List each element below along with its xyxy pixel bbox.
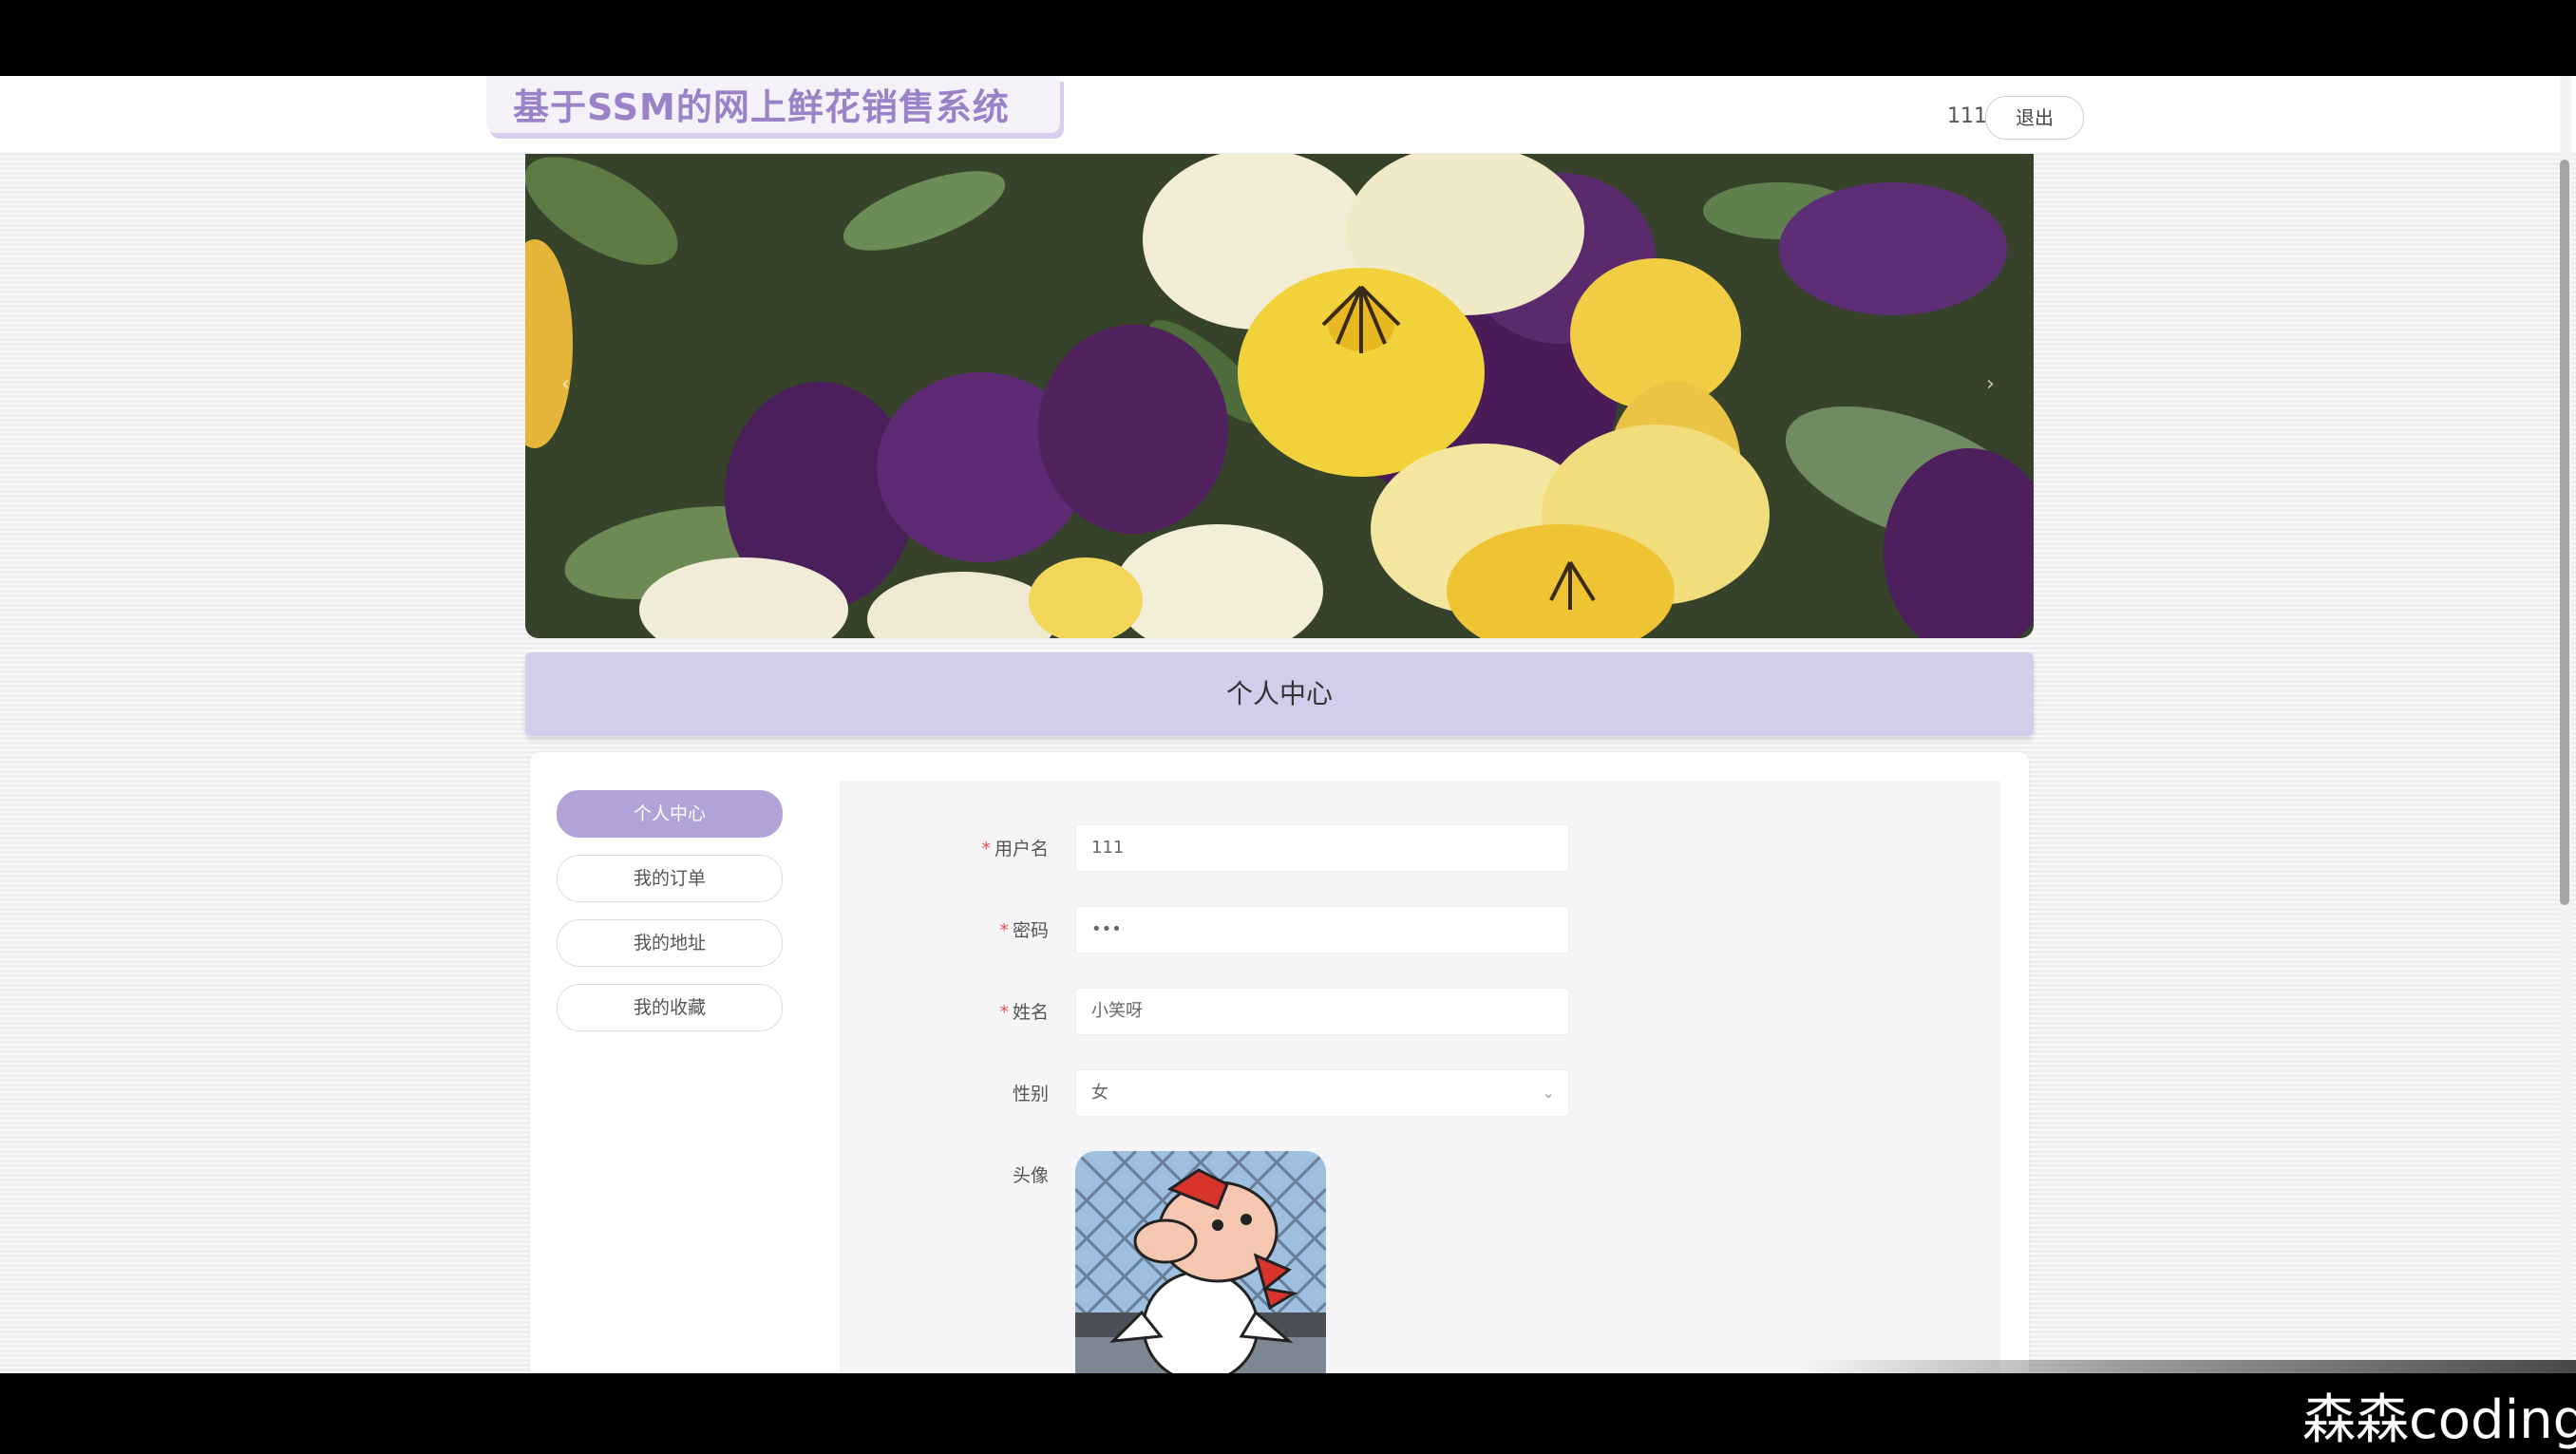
avatar-image[interactable]: [1075, 1151, 1326, 1373]
carousel-next-arrow[interactable]: ›: [1986, 372, 1995, 396]
name-field[interactable]: 小笑呀: [1075, 988, 1569, 1035]
name-label: * 姓名: [999, 1002, 1049, 1023]
sidebar-item-address[interactable]: 我的地址: [557, 919, 783, 967]
scrollbar-thumb[interactable]: [2560, 160, 2569, 905]
sidebar-item-orders[interactable]: 我的订单: [557, 855, 783, 902]
section-title: 个人中心: [1225, 678, 1333, 709]
username-label: * 用户名: [981, 839, 1049, 859]
form-row-username: * 用户名 111: [840, 824, 2000, 874]
chevron-down-icon: ⌄: [1542, 1084, 1555, 1102]
page-scrollbar[interactable]: [2560, 76, 2571, 1373]
banner-carousel[interactable]: ‹ ›: [525, 154, 2034, 638]
sidebar-item-profile[interactable]: 个人中心: [557, 790, 783, 838]
form-row-gender: 性别 女 ⌄: [840, 1069, 2000, 1119]
profile-sidebar: 个人中心 我的订单 我的地址 我的收藏: [557, 790, 785, 1048]
carousel-prev-arrow[interactable]: ‹: [561, 372, 570, 396]
site-title: 基于SSM的网上鲜花销售系统: [513, 86, 1010, 128]
section-title-bar: 个人中心: [525, 652, 2034, 736]
password-label: * 密码: [999, 920, 1049, 941]
gender-select[interactable]: 女 ⌄: [1075, 1069, 1569, 1117]
form-row-avatar: 头像: [840, 1151, 2000, 1373]
avatar-label: 头像: [1012, 1165, 1049, 1186]
avatar-cartoon-icon: [1075, 1151, 1326, 1373]
sidebar-item-favorites[interactable]: 我的收藏: [557, 984, 783, 1031]
current-username: 111: [1947, 104, 1987, 128]
video-watermark: 森森coding: [2302, 1389, 2576, 1451]
banner-flower-image: [525, 154, 2034, 638]
profile-form: * 用户名 111 * 密码 ••• * 姓名 小笑呀 性别 女 ⌄ 头像: [840, 781, 2000, 1373]
form-row-name: * 姓名 小笑呀: [840, 988, 2000, 1037]
logout-button[interactable]: 退出: [1985, 96, 2084, 140]
site-title-box: 基于SSM的网上鲜花销售系统: [486, 76, 1060, 133]
password-field[interactable]: •••: [1075, 906, 1569, 954]
gender-value: 女: [1091, 1083, 1108, 1103]
page-viewport: 基于SSM的网上鲜花销售系统 ‹ › 111 退出 个人中心 个人中心 我的订单…: [0, 76, 2576, 1373]
top-navbar: 基于SSM的网上鲜花销售系统: [0, 76, 2576, 152]
profile-content-card: 个人中心 我的订单 我的地址 我的收藏 * 用户名 111 * 密码 ••• * 姓名…: [530, 752, 2029, 1373]
username-field[interactable]: 111: [1075, 824, 1569, 872]
form-row-password: * 密码 •••: [840, 906, 2000, 955]
gender-label: 性别: [1012, 1084, 1049, 1105]
